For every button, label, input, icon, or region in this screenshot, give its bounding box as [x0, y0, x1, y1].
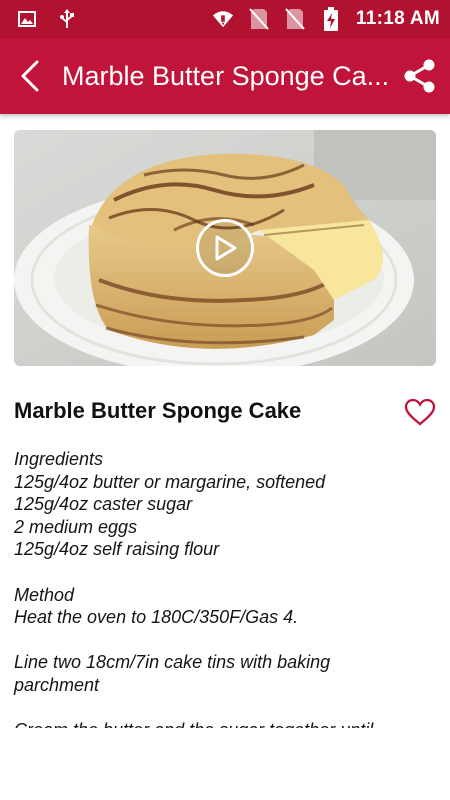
recipe-video-thumbnail[interactable] [14, 130, 436, 366]
recipe-content: Marble Butter Sponge Cake Ingredients 12… [0, 114, 450, 728]
no-sim-icon [284, 8, 306, 30]
favorite-button[interactable] [402, 396, 438, 428]
image-icon [16, 8, 38, 30]
recipe-line: parchment [14, 674, 100, 695]
back-arrow-icon [21, 60, 39, 92]
recipe-line [14, 697, 424, 720]
recipe-line: 2 medium eggs [14, 516, 138, 537]
battery-charging-icon [320, 7, 342, 31]
recipe-line: Method [14, 584, 75, 605]
recipe-body: Ingredients 125g/4oz butter or margarine… [14, 448, 424, 728]
recipe-line [14, 629, 424, 652]
share-button[interactable] [396, 52, 444, 100]
recipe-line [14, 561, 424, 584]
recipe-line: 125g/4oz butter or margarine, softened [14, 471, 326, 492]
page-title: Marble Butter Sponge Ca... [62, 60, 390, 91]
wifi-icon [212, 8, 234, 30]
play-button[interactable] [196, 219, 254, 277]
play-icon [215, 235, 237, 261]
share-icon [404, 59, 435, 93]
status-time: 11:18 AM [355, 8, 440, 29]
no-sim-icon [248, 8, 270, 30]
recipe-title: Marble Butter Sponge Cake [14, 398, 302, 423]
recipe-line: 125g/4oz caster sugar [14, 494, 193, 515]
recipe-line: Line two 18cm/7in cake tins with baking [14, 652, 331, 673]
back-button[interactable] [2, 48, 58, 104]
recipe-line: 125g/4oz self raising flour [14, 539, 220, 560]
status-bar: 11:18 AM [0, 0, 450, 38]
recipe-line: Cream the butter and the sugar together … [14, 719, 424, 728]
usb-icon [56, 8, 78, 30]
app-bar: Marble Butter Sponge Ca... [0, 38, 450, 114]
heart-icon [404, 398, 436, 426]
recipe-line: Heat the oven to 180C/350F/Gas 4. [14, 607, 299, 628]
recipe-line: Ingredients [14, 449, 104, 469]
